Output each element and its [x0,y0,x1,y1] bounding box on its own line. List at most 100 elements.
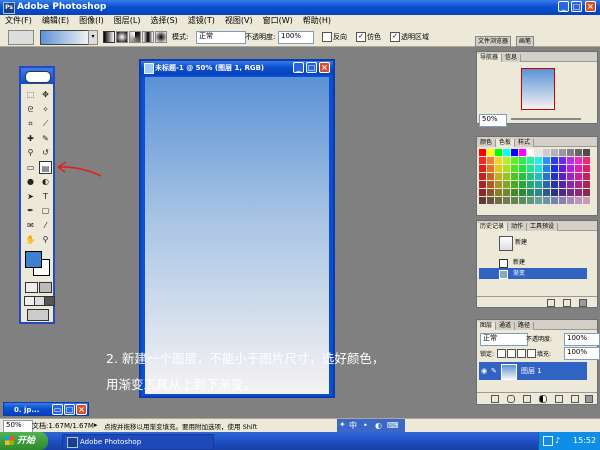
color-swatch[interactable] [495,173,502,180]
new-snapshot-icon[interactable] [563,299,571,307]
menu-item[interactable]: 选择(S) [145,15,182,27]
brushes-tab[interactable]: 画笔 [516,36,535,47]
eye-icon[interactable]: ◉ [481,367,487,375]
color-swatch[interactable] [503,181,510,188]
dither-checkbox[interactable]: ✓ [356,32,366,42]
menu-item[interactable]: 滤镜(T) [183,15,220,27]
color-swatch[interactable] [487,197,494,204]
magic-wand-icon[interactable]: ✧ [39,103,52,116]
new-document-icon[interactable] [547,299,555,307]
color-swatch[interactable] [575,165,582,172]
eraser-icon[interactable]: ▭ [24,161,37,174]
move-icon[interactable]: ✥ [39,88,52,101]
color-swatch[interactable] [479,197,486,204]
color-swatch[interactable] [575,197,582,204]
color-swatch[interactable] [575,189,582,196]
menu-item[interactable]: 窗口(W) [258,15,298,27]
linear-gradient-button[interactable] [103,31,115,43]
history-step-selected[interactable]: 渐变 [479,268,587,279]
menu-item[interactable]: 视图(V) [220,15,258,27]
color-swatch[interactable] [583,157,590,164]
color-swatch[interactable] [511,165,518,172]
color-swatch[interactable] [519,181,526,188]
minimize-button[interactable]: _ [558,1,569,12]
angle-gradient-button[interactable] [129,31,141,43]
gradient-picker[interactable] [40,30,90,45]
color-swatch[interactable] [583,189,590,196]
start-button[interactable]: 开始 [0,432,48,450]
marquee-icon[interactable]: ⬚ [24,88,37,101]
color-swatch[interactable] [527,165,534,172]
tray-network-icon[interactable] [543,436,553,446]
color-swatch[interactable] [543,189,550,196]
layer-row[interactable]: ◉ ✎ 图层 1 [479,362,587,380]
blur-icon[interactable]: ● [24,175,37,188]
fill-input[interactable]: 100% [564,347,600,360]
color-swatch[interactable] [487,173,494,180]
tool-presets-tab[interactable]: 工具预设 [527,223,559,231]
new-group-icon[interactable] [555,395,563,403]
color-swatch[interactable] [479,173,486,180]
menu-item[interactable]: 文件(F) [0,15,37,27]
path-selection-icon[interactable]: ➤ [24,190,37,203]
adjustment-layer-icon[interactable] [539,395,547,403]
layer-style-icon[interactable] [507,395,515,403]
color-swatch[interactable] [511,149,518,156]
color-swatch[interactable] [527,149,534,156]
minimized-document[interactable]: 0. jp... ▭ □ × [3,402,89,416]
navigator-tab[interactable]: 导航器 [477,54,503,62]
color-swatch[interactable] [503,157,510,164]
navigator-zoom-input[interactable]: 50% [479,114,507,127]
navigator-preview[interactable] [521,68,555,110]
eyedropper-icon[interactable]: ⁄ [39,219,52,232]
color-swatch[interactable] [527,181,534,188]
color-swatch[interactable] [511,173,518,180]
color-swatch[interactable] [575,149,582,156]
zoom-icon[interactable]: ⚲ [39,233,52,246]
color-swatch[interactable] [519,149,526,156]
color-swatch[interactable] [583,149,590,156]
lock-transparency-icon[interactable] [497,349,506,358]
transparency-checkbox[interactable]: ✓ [390,32,400,42]
reflected-gradient-button[interactable] [142,31,154,43]
status-arrow-icon[interactable]: ▸ [94,421,98,429]
history-tab[interactable]: 历史记录 [477,223,509,231]
color-swatch[interactable] [503,173,510,180]
radial-gradient-button[interactable] [116,31,128,43]
color-swatch[interactable] [575,157,582,164]
color-swatch[interactable] [503,165,510,172]
menu-item[interactable]: 图层(L) [109,15,146,27]
color-swatch[interactable] [495,149,502,156]
status-doc-size[interactable]: 文档:1.67M/1.67M [32,421,94,431]
color-swatch[interactable] [551,181,558,188]
lock-position-icon[interactable] [517,349,526,358]
color-swatch[interactable] [535,165,542,172]
color-swatch[interactable] [535,181,542,188]
navigator-zoom-slider[interactable] [511,118,581,120]
document-title-bar[interactable]: 未标题-1 @ 50% (图层 1, RGB) _ □ × [141,61,333,75]
color-swatch[interactable] [519,165,526,172]
notes-icon[interactable]: ✉ [24,219,37,232]
reverse-checkbox[interactable] [322,32,332,42]
clone-stamp-icon[interactable]: ⚲ [24,146,37,159]
type-icon[interactable]: T [39,190,52,203]
color-swatch[interactable] [487,157,494,164]
healing-brush-icon[interactable]: ✚ [24,132,37,145]
document-maximize-button[interactable]: □ [306,62,317,73]
color-swatch[interactable] [559,157,566,164]
menu-item[interactable]: 帮助(H) [298,15,336,27]
color-swatch[interactable] [511,197,518,204]
ime-keyboard-icon[interactable]: ⌨ [387,420,399,431]
close-button[interactable]: × [585,1,596,12]
taskbar-photoshop-button[interactable]: Adobe Photoshop [62,434,214,450]
color-swatch[interactable] [559,181,566,188]
hand-icon[interactable]: ✋ [24,233,37,246]
minimized-close-button[interactable]: × [76,404,87,415]
color-swatch[interactable] [495,181,502,188]
color-swatch[interactable] [559,197,566,204]
maximize-button[interactable]: □ [571,1,582,12]
color-swatch[interactable] [487,149,494,156]
color-swatch[interactable] [567,149,574,156]
color-swatch[interactable] [519,157,526,164]
color-swatch[interactable] [551,197,558,204]
